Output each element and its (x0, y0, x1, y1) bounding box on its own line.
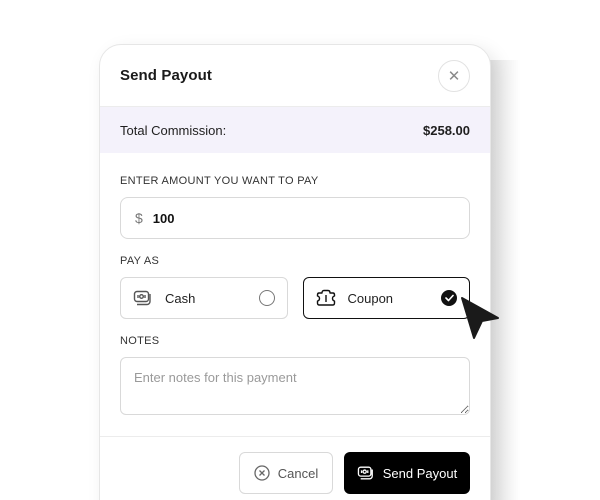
cancel-button[interactable]: Cancel (239, 452, 333, 494)
pay-as-options: Cash Coupon (120, 277, 470, 319)
pay-as-label: PAY AS (120, 255, 160, 267)
pay-option-label: Coupon (347, 290, 394, 306)
commission-summary: Total Commission: $258.00 (100, 107, 490, 153)
cash-radio[interactable] (258, 290, 275, 306)
dialog-footer: Cancel Send Payout (100, 436, 490, 500)
pay-option-coupon[interactable]: Coupon (302, 277, 470, 319)
send-payout-button[interactable]: Send Payout (344, 452, 470, 494)
notes-textarea[interactable] (120, 357, 470, 415)
mouse-pointer-icon (461, 297, 499, 339)
cancel-circle-x-icon (254, 465, 270, 481)
amount-input[interactable]: $ 100 (120, 197, 470, 239)
notes-label: NOTES (120, 335, 160, 347)
send-payout-dialog: Send Payout ✕ Total Commission: $258.00 … (99, 44, 491, 500)
commission-label: Total Commission: (120, 122, 227, 138)
check-icon (444, 294, 454, 302)
send-payout-label: Send Payout (382, 465, 458, 481)
dialog-header: Send Payout ✕ (100, 45, 490, 107)
cash-icon (133, 288, 153, 308)
coupon-icon (316, 288, 336, 308)
card-shadow (490, 60, 520, 500)
close-button[interactable]: ✕ (438, 59, 470, 92)
pay-option-cash[interactable]: Cash (120, 277, 288, 319)
amount-value[interactable]: 100 (153, 211, 175, 226)
dialog-title: Send Payout (120, 67, 212, 84)
pay-option-label: Cash (165, 290, 196, 306)
coupon-radio-checked[interactable] (441, 290, 457, 306)
close-icon: ✕ (447, 67, 461, 85)
cancel-label: Cancel (277, 465, 319, 481)
amount-label: ENTER AMOUNT YOU WANT TO PAY (120, 175, 319, 187)
currency-symbol: $ (135, 210, 143, 226)
commission-value: $258.00 (423, 122, 470, 138)
cash-icon (357, 466, 373, 480)
